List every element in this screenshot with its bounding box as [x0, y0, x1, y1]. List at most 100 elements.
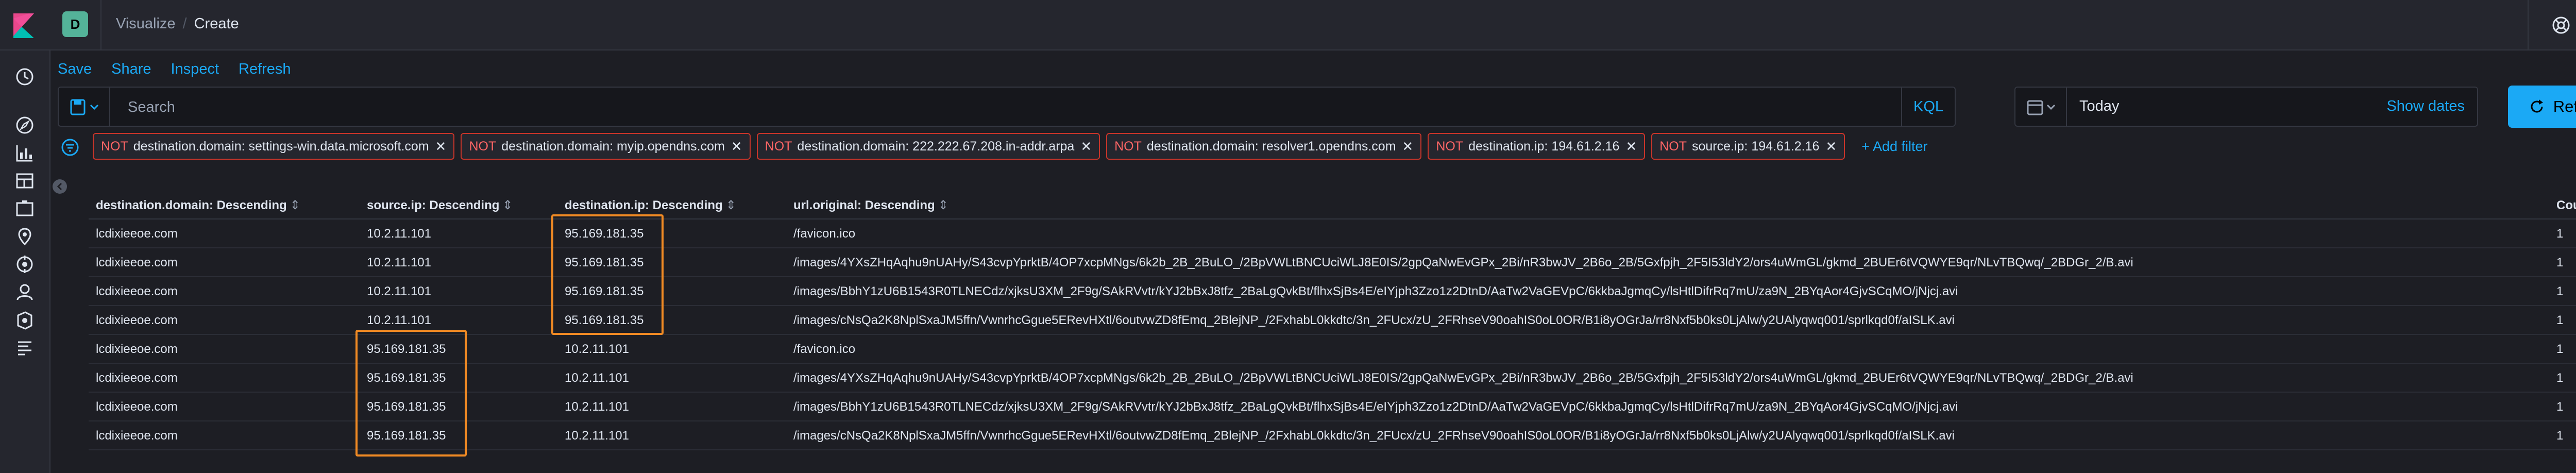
chevron-left-icon [57, 182, 62, 191]
cell-destination-ip: 95.169.181.35 [565, 313, 644, 327]
filter-pill[interactable]: NOT destination.domain: settings-win.dat… [93, 133, 455, 160]
cell-source-ip: 10.2.11.101 [367, 313, 432, 327]
filter-negate-label: NOT [469, 139, 497, 154]
filter-negate-label: NOT [765, 139, 792, 154]
add-filter-button[interactable]: + Add filter [1861, 139, 1927, 155]
share-button[interactable]: Share [111, 61, 151, 78]
compass-icon[interactable] [15, 115, 35, 135]
filter-text: source.ip: 194.61.2.16 [1691, 139, 1820, 154]
cell-count: 1 [2556, 429, 2564, 443]
cell-destination-ip: 95.169.181.35 [565, 227, 644, 241]
cell-count: 1 [2556, 371, 2564, 385]
filter-negate-label: NOT [101, 139, 128, 154]
cell-url-original: /images/BbhY1zU6B1543R0TLNECdz/xjksU3XM_… [793, 284, 1958, 298]
breadcrumb: Visualize / Create [116, 15, 239, 32]
remove-filter-icon[interactable]: ✕ [435, 139, 447, 155]
column-header-destination-domain[interactable]: destination.domain: Descending ⇕ [96, 198, 300, 213]
filter-negate-label: NOT [1114, 139, 1142, 154]
filter-options-icon[interactable] [61, 138, 79, 157]
table-row: lcdixieeoe.com 10.2.11.101 95.169.181.35… [89, 248, 2576, 277]
column-header-source-ip[interactable]: source.ip: Descending ⇕ [367, 198, 513, 213]
filter-pill[interactable]: NOT destination.domain: myip.opendns.com… [461, 133, 751, 160]
remove-filter-icon[interactable]: ✕ [1625, 139, 1637, 155]
column-header-destination-ip[interactable]: destination.ip: Descending ⇕ [565, 198, 736, 213]
cell-source-ip: 95.169.181.35 [367, 400, 446, 414]
cell-count: 1 [2556, 227, 2564, 241]
filter-pill[interactable]: NOT destination.ip: 194.61.2.16 ✕ [1428, 133, 1646, 160]
user-icon[interactable] [15, 282, 35, 302]
sort-icon: ⇕ [290, 198, 300, 212]
show-dates-link[interactable]: Show dates [2386, 98, 2465, 115]
filter-bar: NOT destination.domain: settings-win.dat… [93, 133, 1928, 160]
cell-destination-ip: 10.2.11.101 [565, 429, 630, 443]
breadcrumb-separator: / [182, 15, 187, 32]
table-header: destination.domain: Descending ⇕ source.i… [89, 191, 2576, 219]
kibana-logo-icon[interactable] [10, 12, 37, 39]
table-row: lcdixieeoe.com 95.169.181.35 10.2.11.101… [89, 335, 2576, 364]
dashboard-icon[interactable] [15, 171, 35, 191]
cell-destination-domain: lcdixieeoe.com [96, 342, 178, 356]
cell-url-original: /favicon.ico [793, 342, 856, 356]
cell-count: 1 [2556, 313, 2564, 327]
space-avatar[interactable]: D [62, 11, 88, 37]
bar-chart-icon[interactable] [15, 143, 35, 163]
cell-destination-domain: lcdixieeoe.com [96, 400, 178, 414]
filter-text: destination.domain: settings-win.data.mi… [133, 139, 429, 154]
cell-source-ip: 10.2.11.101 [367, 284, 432, 298]
sort-icon: ⇕ [502, 198, 513, 212]
apm-icon[interactable] [15, 310, 35, 330]
cell-source-ip: 95.169.181.35 [367, 342, 446, 356]
inspect-button[interactable]: Inspect [171, 61, 219, 78]
cell-destination-domain: lcdixieeoe.com [96, 256, 178, 269]
calendar-icon [2027, 100, 2056, 115]
save-button[interactable]: Save [58, 61, 92, 78]
filter-text: destination.domain: 222.222.67.208.in-ad… [797, 139, 1075, 154]
header-divider [100, 0, 101, 50]
table-row: lcdixieeoe.com 95.169.181.35 10.2.11.101… [89, 421, 2576, 450]
filter-negate-label: NOT [1659, 139, 1687, 154]
refresh-button[interactable]: Refresh [2508, 86, 2576, 128]
filter-pill[interactable]: NOT destination.domain: 222.222.67.208.i… [756, 133, 1100, 160]
cell-url-original: /images/4YXsZHqAqhu9nUAHy/S43cvpYprktB/4… [793, 256, 2133, 269]
cell-url-original: /images/cNsQa2K8NplSxaJM5ffn/VwnrhcGgue5… [793, 313, 1955, 327]
cell-destination-ip: 95.169.181.35 [565, 284, 644, 298]
cell-url-original: /images/cNsQa2K8NplSxaJM5ffn/VwnrhcGgue5… [793, 429, 1955, 443]
table-row: lcdixieeoe.com 95.169.181.35 10.2.11.101… [89, 393, 2576, 421]
kql-toggle-button[interactable]: KQL [1901, 88, 1955, 126]
table-row: lcdixieeoe.com 10.2.11.101 95.169.181.35… [89, 277, 2576, 306]
date-picker: Today Show dates [2014, 87, 2478, 127]
search-input[interactable] [127, 97, 1827, 117]
collapse-editor-toggle[interactable] [53, 179, 67, 194]
breadcrumb-visualize[interactable]: Visualize [116, 15, 176, 32]
save-query-icon [70, 99, 99, 115]
remove-filter-icon[interactable]: ✕ [731, 139, 742, 155]
cell-url-original: /images/BbhY1zU6B1543R0TLNECdz/xjksU3XM_… [793, 400, 1958, 414]
cell-destination-domain: lcdixieeoe.com [96, 284, 178, 298]
cell-count: 1 [2556, 400, 2564, 414]
logs-icon[interactable] [15, 338, 35, 358]
clock-icon[interactable] [15, 67, 35, 87]
side-nav [0, 50, 50, 473]
top-header: D Visualize / Create [0, 0, 2576, 50]
remove-filter-icon[interactable]: ✕ [1080, 139, 1092, 155]
help-icon[interactable] [2551, 15, 2571, 35]
column-header-url-original[interactable]: url.original: Descending ⇕ [793, 198, 948, 213]
cell-source-ip: 10.2.11.101 [367, 256, 432, 269]
remove-filter-icon[interactable]: ✕ [1402, 139, 1414, 155]
canvas-icon[interactable] [15, 199, 35, 218]
refresh-link[interactable]: Refresh [239, 61, 291, 78]
date-range-value[interactable]: Today [2079, 98, 2119, 115]
ml-icon[interactable] [15, 255, 35, 274]
saved-query-menu[interactable] [59, 88, 110, 126]
sort-icon: ⇕ [938, 198, 948, 212]
column-header-count[interactable]: Count⇕ [2556, 198, 2576, 213]
cell-count: 1 [2556, 342, 2564, 356]
refresh-icon [2531, 99, 2543, 113]
maps-icon[interactable] [15, 227, 35, 246]
filter-pill[interactable]: NOT source.ip: 194.61.2.16 ✕ [1651, 133, 1845, 160]
filter-text: destination.domain: resolver1.opendns.co… [1146, 139, 1396, 154]
filter-pill[interactable]: NOT destination.domain: resolver1.opendn… [1106, 133, 1422, 160]
cell-destination-ip: 10.2.11.101 [565, 371, 630, 385]
remove-filter-icon[interactable]: ✕ [1825, 139, 1837, 155]
quick-select-button[interactable] [2015, 88, 2067, 126]
